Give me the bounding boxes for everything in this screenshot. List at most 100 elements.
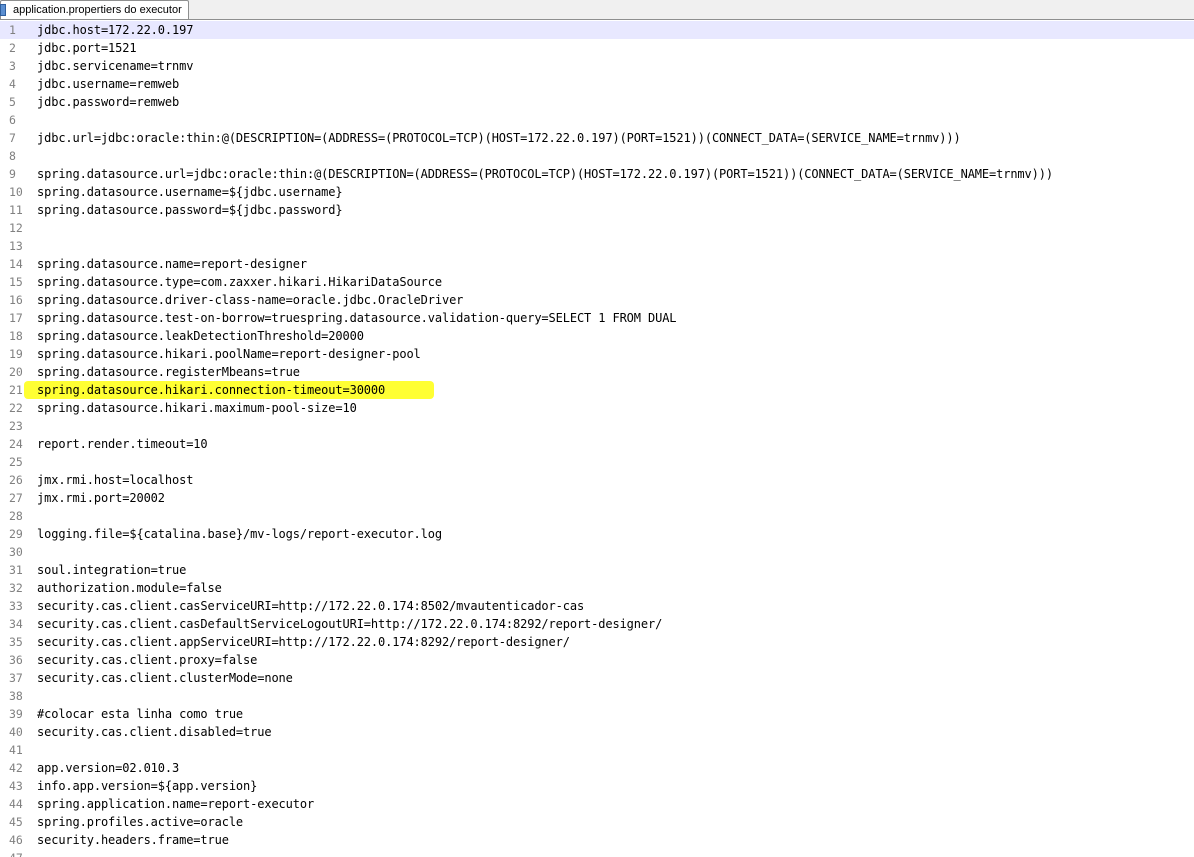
editor-line[interactable]: 35 security.cas.client.appServiceURI=http… (0, 633, 1194, 651)
editor-line[interactable]: 15 spring.datasource.type=com.zaxxer.hika… (0, 273, 1194, 291)
text-editor[interactable]: 1 jdbc.host=172.22.0.197 2 jdbc.port=1521 3 j… (0, 21, 1194, 857)
editor-line[interactable]: 42 app.version=02.010.3 (0, 759, 1194, 777)
editor-line[interactable]: 29 logging.file=${catalina.base}/mv-logs/… (0, 525, 1194, 543)
editor-line[interactable]: 41 (0, 741, 1194, 759)
line-text: spring.datasource.password=${jdbc.passwo… (37, 203, 343, 217)
line-number: 7 (9, 131, 16, 145)
editor-line[interactable]: 7 jdbc.url=jdbc:oracle:thin:@(DESCRIPTION… (0, 129, 1194, 147)
line-text: jdbc.port=1521 (37, 41, 137, 55)
line-text: spring.datasource.hikari.maximum-pool-si… (37, 401, 357, 415)
editor-line[interactable]: 16 spring.datasource.driver-class-name=or… (0, 291, 1194, 309)
editor-line[interactable]: 11 spring.datasource.password=${jdbc.pass… (0, 201, 1194, 219)
editor-line[interactable]: 6 (0, 111, 1194, 129)
editor-line[interactable]: 22 spring.datasource.hikari.maximum-pool-… (0, 399, 1194, 417)
line-text: jdbc.url=jdbc:oracle:thin:@(DESCRIPTION=… (37, 131, 961, 145)
line-number: 45 (9, 815, 23, 829)
line-text: security.cas.client.proxy=false (37, 653, 258, 667)
line-number: 20 (9, 365, 23, 379)
editor-line[interactable]: 47 (0, 849, 1194, 857)
editor-line[interactable]: 14 spring.datasource.name=report-designer (0, 255, 1194, 273)
line-text: soul.integration=true (37, 563, 187, 577)
editor-line[interactable]: 18 spring.datasource.leakDetectionThresho… (0, 327, 1194, 345)
editor-line[interactable]: 34 security.cas.client.casDefaultServiceL… (0, 615, 1194, 633)
line-number: 29 (9, 527, 23, 541)
editor-line[interactable]: 19 spring.datasource.hikari.poolName=repo… (0, 345, 1194, 363)
line-number: 23 (9, 419, 23, 433)
line-number: 10 (9, 185, 23, 199)
editor-line[interactable]: 45 spring.profiles.active=oracle (0, 813, 1194, 831)
line-number: 34 (9, 617, 23, 631)
line-number: 4 (9, 77, 16, 91)
editor-line[interactable]: 20 spring.datasource.registerMbeans=true (0, 363, 1194, 381)
editor-line[interactable]: 32 authorization.module=false (0, 579, 1194, 597)
editor-line[interactable]: 12 (0, 219, 1194, 237)
editor-line[interactable]: 37 security.cas.client.clusterMode=none (0, 669, 1194, 687)
editor-line[interactable]: 28 (0, 507, 1194, 525)
editor-line[interactable]: 23 (0, 417, 1194, 435)
editor-line[interactable]: 26 jmx.rmi.host=localhost (0, 471, 1194, 489)
editor-line[interactable]: 1 jdbc.host=172.22.0.197 (0, 21, 1194, 39)
line-text: security.headers.frame=true (37, 833, 229, 847)
line-number: 44 (9, 797, 23, 811)
editor-line[interactable]: 43 info.app.version=${app.version} (0, 777, 1194, 795)
line-text: #colocar esta linha como true (37, 707, 244, 721)
line-text: spring.datasource.test-on-borrow=truespr… (37, 311, 677, 325)
editor-line[interactable]: 10 spring.datasource.username=${jdbc.user… (0, 183, 1194, 201)
editor-line[interactable]: 24 report.render.timeout=10 (0, 435, 1194, 453)
editor-line[interactable]: 2 jdbc.port=1521 (0, 39, 1194, 57)
editor-line[interactable]: 17 spring.datasource.test-on-borrow=trues… (0, 309, 1194, 327)
line-text: spring.datasource.hikari.connection-time… (37, 383, 386, 397)
line-text: jdbc.servicename=trnmv (37, 59, 194, 73)
line-number: 36 (9, 653, 23, 667)
line-text: spring.datasource.type=com.zaxxer.hikari… (37, 275, 442, 289)
line-number: 28 (9, 509, 23, 523)
editor-line[interactable]: 40 security.cas.client.disabled=true (0, 723, 1194, 741)
line-number: 3 (9, 59, 16, 73)
editor-line[interactable]: 31 soul.integration=true (0, 561, 1194, 579)
editor-line[interactable]: 44 spring.application.name=report-executo… (0, 795, 1194, 813)
file-tab[interactable]: application.propertiers do executor (0, 0, 189, 19)
line-number: 47 (0, 849, 28, 857)
line-number: 40 (9, 725, 23, 739)
line-text: spring.datasource.driver-class-name=orac… (37, 293, 464, 307)
line-number: 41 (9, 743, 23, 757)
file-icon (0, 4, 6, 16)
line-text: security.cas.client.casServiceURI=http:/… (37, 599, 585, 613)
line-text: info.app.version=${app.version} (37, 779, 258, 793)
editor-line[interactable]: 33 security.cas.client.casServiceURI=http… (0, 597, 1194, 615)
line-number: 13 (9, 239, 23, 253)
editor-line[interactable]: 21 spring.datasource.hikari.connection-ti… (0, 381, 1194, 399)
line-text: spring.application.name=report-executor (37, 797, 315, 811)
editor-line[interactable]: 27 jmx.rmi.port=20002 (0, 489, 1194, 507)
line-number: 19 (9, 347, 23, 361)
editor-line[interactable]: 30 (0, 543, 1194, 561)
line-text: spring.datasource.leakDetectionThreshold… (37, 329, 364, 343)
line-number: 21 (9, 383, 23, 397)
line-number: 1 (9, 23, 16, 37)
line-number: 2 (9, 41, 16, 55)
editor-line[interactable]: 5 jdbc.password=remweb (0, 93, 1194, 111)
editor-line[interactable]: 8 (0, 147, 1194, 165)
editor-line[interactable]: 36 security.cas.client.proxy=false (0, 651, 1194, 669)
editor-line[interactable]: 3 jdbc.servicename=trnmv (0, 57, 1194, 75)
line-number: 6 (9, 113, 16, 127)
line-text: spring.datasource.hikari.poolName=report… (37, 347, 421, 361)
line-number: 33 (9, 599, 23, 613)
line-number: 37 (9, 671, 23, 685)
editor-line[interactable]: 9 spring.datasource.url=jdbc:oracle:thin:… (0, 165, 1194, 183)
line-number: 27 (9, 491, 23, 505)
line-text: security.cas.client.disabled=true (37, 725, 272, 739)
line-text: jdbc.password=remweb (37, 95, 180, 109)
line-text: authorization.module=false (37, 581, 222, 595)
line-number: 15 (9, 275, 23, 289)
editor-line[interactable]: 46 security.headers.frame=true (0, 831, 1194, 849)
line-number: 11 (9, 203, 23, 217)
editor-line[interactable]: 38 (0, 687, 1194, 705)
editor-line[interactable]: 39 #colocar esta linha como true (0, 705, 1194, 723)
editor-line[interactable]: 13 (0, 237, 1194, 255)
line-text: security.cas.client.clusterMode=none (37, 671, 293, 685)
line-text: logging.file=${catalina.base}/mv-logs/re… (37, 527, 442, 541)
editor-line[interactable]: 4 jdbc.username=remweb (0, 75, 1194, 93)
line-text: spring.datasource.name=report-designer (37, 257, 307, 271)
editor-line[interactable]: 25 (0, 453, 1194, 471)
